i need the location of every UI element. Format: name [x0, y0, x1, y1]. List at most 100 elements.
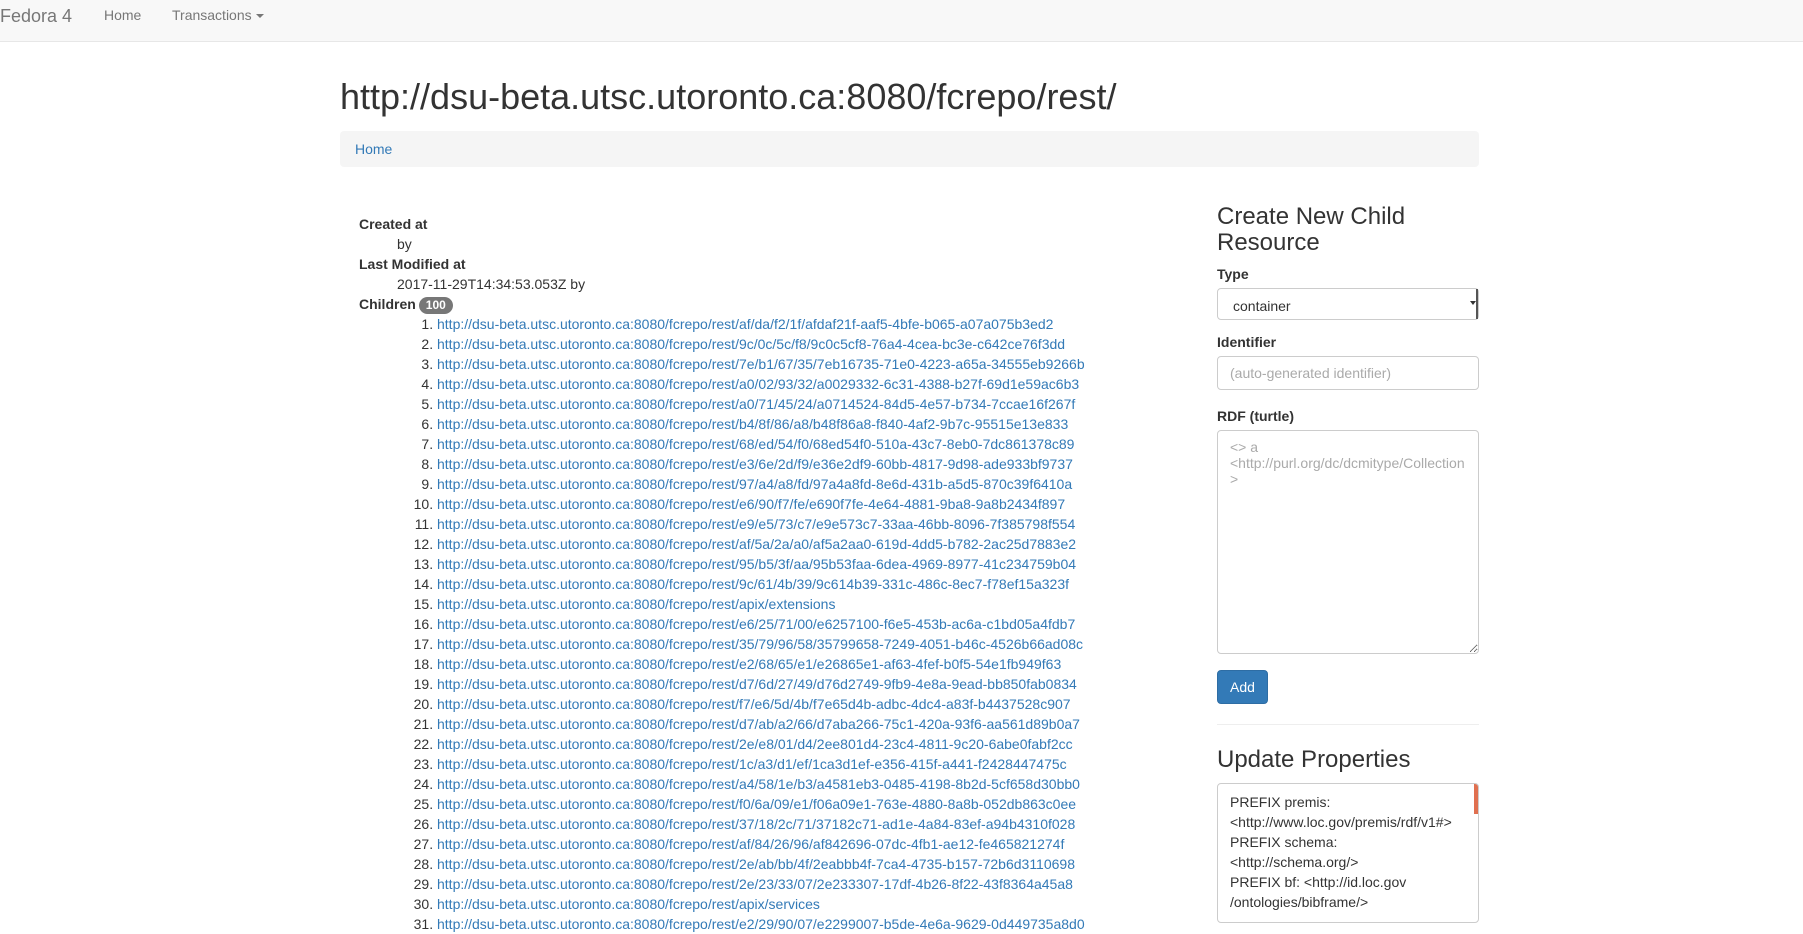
- last-modified-label: Last Modified at: [359, 256, 466, 272]
- caret-down-icon: [255, 14, 264, 19]
- child-list-item: http://dsu-beta.utsc.utoronto.ca:8080/fc…: [437, 914, 1179, 934]
- child-list-item: http://dsu-beta.utsc.utoronto.ca:8080/fc…: [437, 734, 1179, 754]
- sparql-line: PREFIX premis:: [1230, 794, 1331, 810]
- rdf-label: RDF (turtle): [1217, 408, 1294, 424]
- child-resource-link[interactable]: http://dsu-beta.utsc.utoronto.ca:8080/fc…: [437, 796, 1076, 812]
- child-list-item: http://dsu-beta.utsc.utoronto.ca:8080/fc…: [437, 614, 1179, 634]
- sidebar: Create New Child Resource Type container…: [1217, 204, 1479, 923]
- child-list-item: http://dsu-beta.utsc.utoronto.ca:8080/fc…: [437, 414, 1179, 434]
- child-list-item: http://dsu-beta.utsc.utoronto.ca:8080/fc…: [437, 634, 1179, 654]
- create-child-heading: Create New Child Resource: [1217, 203, 1406, 256]
- update-properties-editor[interactable]: PREFIX premis: <http://www.loc.gov/premis…: [1217, 783, 1479, 923]
- child-list-item: http://dsu-beta.utsc.utoronto.ca:8080/fc…: [437, 694, 1179, 714]
- child-list-item: http://dsu-beta.utsc.utoronto.ca:8080/fc…: [437, 654, 1179, 674]
- child-list-item: http://dsu-beta.utsc.utoronto.ca:8080/fc…: [437, 534, 1179, 554]
- child-list-item: http://dsu-beta.utsc.utoronto.ca:8080/fc…: [437, 354, 1179, 374]
- select-edge: [1476, 289, 1478, 319]
- child-resource-link[interactable]: http://dsu-beta.utsc.utoronto.ca:8080/fc…: [437, 496, 1065, 512]
- created-at-value: by: [397, 236, 412, 252]
- child-resource-link[interactable]: http://dsu-beta.utsc.utoronto.ca:8080/fc…: [437, 476, 1072, 492]
- rdf-turtle-textarea[interactable]: [1217, 430, 1479, 654]
- child-resource-link[interactable]: http://dsu-beta.utsc.utoronto.ca:8080/fc…: [437, 516, 1075, 532]
- child-resource-link[interactable]: http://dsu-beta.utsc.utoronto.ca:8080/fc…: [437, 856, 1075, 872]
- child-resource-link[interactable]: http://dsu-beta.utsc.utoronto.ca:8080/fc…: [437, 776, 1080, 792]
- child-resource-link[interactable]: http://dsu-beta.utsc.utoronto.ca:8080/fc…: [437, 576, 1069, 592]
- child-list-item: http://dsu-beta.utsc.utoronto.ca:8080/fc…: [437, 754, 1179, 774]
- child-list-item: http://dsu-beta.utsc.utoronto.ca:8080/fc…: [437, 314, 1179, 334]
- breadcrumb-home-link[interactable]: Home: [355, 141, 392, 157]
- child-list-item: http://dsu-beta.utsc.utoronto.ca:8080/fc…: [437, 894, 1179, 914]
- sparql-line: /ontologies/bibframe/>: [1230, 894, 1369, 910]
- children-container: http://dsu-beta.utsc.utoronto.ca:8080/fc…: [359, 314, 1179, 934]
- child-resource-link[interactable]: http://dsu-beta.utsc.utoronto.ca:8080/fc…: [437, 656, 1061, 672]
- children-label: Children: [359, 296, 416, 312]
- divider: [1217, 724, 1479, 725]
- child-resource-link[interactable]: http://dsu-beta.utsc.utoronto.ca:8080/fc…: [437, 816, 1075, 832]
- child-resource-link[interactable]: http://dsu-beta.utsc.utoronto.ca:8080/fc…: [437, 536, 1076, 552]
- child-resource-link[interactable]: http://dsu-beta.utsc.utoronto.ca:8080/fc…: [437, 636, 1083, 652]
- nav-transactions-dropdown[interactable]: Transactions: [172, 7, 264, 23]
- child-resource-link[interactable]: http://dsu-beta.utsc.utoronto.ca:8080/fc…: [437, 616, 1075, 632]
- child-resource-link[interactable]: http://dsu-beta.utsc.utoronto.ca:8080/fc…: [437, 556, 1076, 572]
- child-resource-link[interactable]: http://dsu-beta.utsc.utoronto.ca:8080/fc…: [437, 896, 820, 912]
- child-list-item: http://dsu-beta.utsc.utoronto.ca:8080/fc…: [437, 854, 1179, 874]
- sparql-line: PREFIX bf: <http://id.loc.gov: [1230, 874, 1407, 890]
- last-modified-value: 2017-11-29T14:34:53.053Z by: [397, 276, 586, 292]
- nav-transactions-label: Transactions: [172, 7, 252, 23]
- child-resource-link[interactable]: http://dsu-beta.utsc.utoronto.ca:8080/fc…: [437, 696, 1071, 712]
- child-list-item: http://dsu-beta.utsc.utoronto.ca:8080/fc…: [437, 674, 1179, 694]
- child-list-item: http://dsu-beta.utsc.utoronto.ca:8080/fc…: [437, 714, 1179, 734]
- update-properties-heading: Update Properties: [1217, 746, 1411, 773]
- child-resource-link[interactable]: http://dsu-beta.utsc.utoronto.ca:8080/fc…: [437, 836, 1064, 852]
- add-button[interactable]: Add: [1217, 670, 1268, 704]
- identifier-input[interactable]: [1217, 356, 1479, 390]
- child-list-item: http://dsu-beta.utsc.utoronto.ca:8080/fc…: [437, 594, 1179, 614]
- child-resource-link[interactable]: http://dsu-beta.utsc.utoronto.ca:8080/fc…: [437, 596, 835, 612]
- children-heading: Children 100: [359, 294, 1179, 314]
- child-resource-link[interactable]: http://dsu-beta.utsc.utoronto.ca:8080/fc…: [437, 416, 1068, 432]
- type-select[interactable]: container: [1217, 288, 1479, 320]
- child-list-item: http://dsu-beta.utsc.utoronto.ca:8080/fc…: [437, 334, 1179, 354]
- child-list-item: http://dsu-beta.utsc.utoronto.ca:8080/fc…: [437, 514, 1179, 534]
- child-resource-link[interactable]: http://dsu-beta.utsc.utoronto.ca:8080/fc…: [437, 716, 1080, 732]
- child-resource-link[interactable]: http://dsu-beta.utsc.utoronto.ca:8080/fc…: [437, 436, 1074, 452]
- children-count-badge: 100: [418, 296, 453, 314]
- type-label: Type: [1217, 266, 1249, 282]
- sparql-line: <http://www.loc.gov/premis/rdf/v1#>: [1230, 814, 1452, 830]
- child-resource-link[interactable]: http://dsu-beta.utsc.utoronto.ca:8080/fc…: [437, 336, 1065, 352]
- breadcrumb: Home: [340, 131, 1479, 167]
- children-list: http://dsu-beta.utsc.utoronto.ca:8080/fc…: [359, 314, 1179, 934]
- editor-scrollbar[interactable]: [1474, 784, 1478, 814]
- child-resource-link[interactable]: http://dsu-beta.utsc.utoronto.ca:8080/fc…: [437, 376, 1079, 392]
- child-list-item: http://dsu-beta.utsc.utoronto.ca:8080/fc…: [437, 574, 1179, 594]
- child-resource-link[interactable]: http://dsu-beta.utsc.utoronto.ca:8080/fc…: [437, 356, 1085, 372]
- child-resource-link[interactable]: http://dsu-beta.utsc.utoronto.ca:8080/fc…: [437, 916, 1085, 932]
- page-title: http://dsu-beta.utsc.utoronto.ca:8080/fc…: [340, 76, 1117, 117]
- nav-home-link[interactable]: Home: [104, 7, 141, 23]
- resource-properties: Created at by Last Modified at 2017-11-2…: [359, 214, 1179, 934]
- child-resource-link[interactable]: http://dsu-beta.utsc.utoronto.ca:8080/fc…: [437, 676, 1077, 692]
- child-list-item: http://dsu-beta.utsc.utoronto.ca:8080/fc…: [437, 814, 1179, 834]
- child-list-item: http://dsu-beta.utsc.utoronto.ca:8080/fc…: [437, 554, 1179, 574]
- sparql-line: <http://schema.org/>: [1230, 854, 1359, 870]
- sparql-lines: PREFIX premis: <http://www.loc.gov/premis…: [1230, 792, 1466, 912]
- child-list-item: http://dsu-beta.utsc.utoronto.ca:8080/fc…: [437, 874, 1179, 894]
- identifier-label: Identifier: [1217, 334, 1277, 350]
- child-list-item: http://dsu-beta.utsc.utoronto.ca:8080/fc…: [437, 774, 1179, 794]
- child-resource-link[interactable]: http://dsu-beta.utsc.utoronto.ca:8080/fc…: [437, 876, 1073, 892]
- child-list-item: http://dsu-beta.utsc.utoronto.ca:8080/fc…: [437, 454, 1179, 474]
- chevron-down-icon: [1470, 301, 1476, 305]
- child-list-item: http://dsu-beta.utsc.utoronto.ca:8080/fc…: [437, 434, 1179, 454]
- child-list-item: http://dsu-beta.utsc.utoronto.ca:8080/fc…: [437, 834, 1179, 854]
- child-list-item: http://dsu-beta.utsc.utoronto.ca:8080/fc…: [437, 794, 1179, 814]
- created-at-label: Created at: [359, 216, 428, 232]
- child-resource-link[interactable]: http://dsu-beta.utsc.utoronto.ca:8080/fc…: [437, 736, 1073, 752]
- child-resource-link[interactable]: http://dsu-beta.utsc.utoronto.ca:8080/fc…: [437, 396, 1075, 412]
- type-select-value: container: [1233, 298, 1291, 314]
- child-resource-link[interactable]: http://dsu-beta.utsc.utoronto.ca:8080/fc…: [437, 316, 1053, 332]
- child-list-item: http://dsu-beta.utsc.utoronto.ca:8080/fc…: [437, 494, 1179, 514]
- child-list-item: http://dsu-beta.utsc.utoronto.ca:8080/fc…: [437, 394, 1179, 414]
- brand-link[interactable]: Fedora 4: [0, 6, 72, 27]
- child-resource-link[interactable]: http://dsu-beta.utsc.utoronto.ca:8080/fc…: [437, 756, 1067, 772]
- child-resource-link[interactable]: http://dsu-beta.utsc.utoronto.ca:8080/fc…: [437, 456, 1073, 472]
